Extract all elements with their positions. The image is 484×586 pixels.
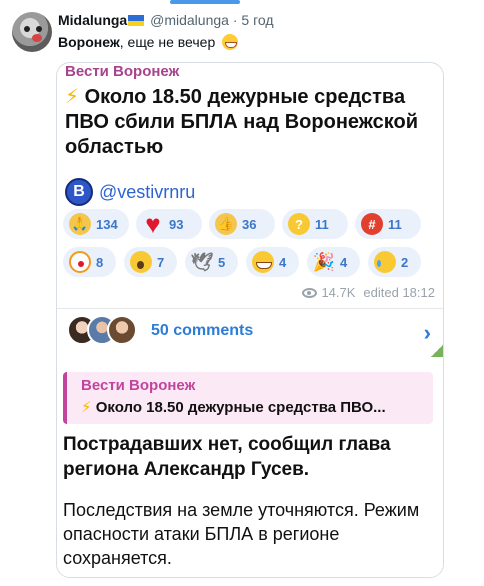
lightning-icon: ⚡ — [65, 86, 80, 108]
edited-time: edited 18:12 — [363, 285, 435, 300]
thumbs-up-icon: 👍 — [215, 213, 237, 235]
reaction-count: 11 — [315, 216, 329, 232]
dove-icon: 🕊 — [190, 251, 214, 272]
reaction-chip[interactable]: 93 — [136, 209, 202, 239]
reaction-count: 4 — [279, 254, 287, 270]
scream-icon — [130, 251, 152, 273]
reaction-chip[interactable]: 8 — [63, 247, 116, 277]
heart-icon — [142, 213, 164, 235]
cry-icon — [374, 251, 396, 273]
reactions-row: 8 7 🕊 5 4 🎉 4 2 — [63, 247, 435, 277]
tweet-media-screenshot[interactable]: Вести Воронеж ⚡ Около 18.50 дежурные сре… — [56, 62, 444, 578]
reaction-count: 7 — [157, 254, 165, 270]
reaction-chip[interactable]: 2 — [368, 247, 421, 277]
reactions-row: 🙏 134 93 👍 36 ? 11 #11 — [63, 209, 435, 239]
grin-icon — [252, 251, 274, 273]
reaction-chip[interactable]: 🎉 4 — [307, 247, 360, 277]
lightning-icon: ⚡ — [81, 399, 92, 416]
reaction-count: 36 — [242, 216, 257, 232]
channel-logo-icon: B — [65, 178, 93, 206]
avatar-eye — [24, 26, 30, 32]
thinking-icon: ? — [288, 213, 310, 235]
reply-body-text: Последствия на земле уточняются. Режим о… — [63, 500, 420, 568]
top-scroll-indicator — [170, 0, 240, 4]
telegram-post: Вести Воронеж ⚡ Около 18.50 дежурные сре… — [57, 63, 443, 357]
angry-icon: # — [361, 213, 383, 235]
clown-icon — [69, 251, 91, 273]
grinning-face-icon — [222, 34, 239, 50]
reaction-chip[interactable]: ? 11 — [282, 209, 348, 239]
tweet-time[interactable]: 5 год — [241, 12, 273, 28]
reaction-chip[interactable]: 🙏 134 — [63, 209, 129, 239]
quote-title: Вести Воронеж — [81, 377, 196, 394]
view-count: 14.7K — [321, 285, 356, 300]
tweet-text-rest: , еще не вечер — [119, 34, 216, 50]
post-headline: ⚡ Около 18.50 дежурные средства ПВО сбил… — [65, 85, 435, 160]
reaction-count: 11 — [388, 216, 402, 232]
quote-text: ⚡ Около 18.50 дежурные средства ПВО... — [81, 398, 431, 416]
tweet-header: Midalunga @midalunga · 5 год Воронеж, ещ… — [12, 10, 472, 58]
reaction-count: 93 — [169, 216, 184, 232]
reaction-chip[interactable]: 4 — [246, 247, 299, 277]
post-meta: 14.7K edited 18:12 — [302, 285, 435, 300]
reply-bold-text: Пострадавших нет, сообщил глава региона … — [63, 434, 391, 480]
avatar-nose — [32, 34, 42, 42]
quote-snippet: Около 18.50 дежурные средства ПВО... — [95, 399, 386, 416]
avatar-eye — [36, 26, 42, 32]
reaction-chip[interactable]: 🕊 5 — [185, 247, 238, 277]
pray-icon: 🙏 — [69, 213, 91, 235]
reaction-count: 8 — [96, 254, 104, 270]
separator-dot: · — [232, 12, 238, 28]
reaction-count: 4 — [340, 254, 348, 270]
reaction-count: 134 — [96, 216, 118, 232]
comments-button[interactable]: 50 comments › — [57, 308, 443, 353]
user-handle[interactable]: @midalunga — [150, 12, 229, 28]
reply-quote[interactable]: Вести Воронеж ⚡ Около 18.50 дежурные сре… — [63, 372, 433, 424]
telegram-reply: Вести Воронеж ⚡ Около 18.50 дежурные сре… — [57, 358, 443, 577]
channel-title: Вести Воронеж — [65, 63, 180, 80]
tweet-text-bold: Воронеж — [58, 34, 120, 50]
name-row: Midalunga @midalunga · 5 год — [58, 12, 274, 28]
avatar[interactable] — [12, 12, 52, 52]
comments-count: 50 comments — [151, 322, 254, 339]
reaction-chip[interactable]: #11 — [355, 209, 421, 239]
headline-text: Около 18.50 дежурные средства ПВО сбили … — [65, 86, 419, 158]
commenter-avatars — [67, 315, 139, 347]
reaction-count: 2 — [401, 254, 409, 270]
channel-link[interactable]: @vestivrnru — [99, 182, 195, 203]
commenter-avatar — [107, 315, 137, 345]
chevron-right-icon: › — [423, 320, 431, 345]
reactions: 🙏134 93 👍36 ?11 #11 8 7 🕊5 4 🎉4 2 — [63, 209, 435, 285]
channel-link-row: B @vestivrnru — [65, 178, 195, 206]
display-name[interactable]: Midalunga — [58, 12, 127, 28]
party-icon: 🎉 — [312, 251, 336, 272]
reaction-count: 5 — [218, 254, 226, 270]
ukraine-flag-icon — [128, 15, 145, 26]
tweet-text: Воронеж, еще не вечер — [58, 34, 239, 50]
reaction-chip[interactable]: 👍 36 — [209, 209, 275, 239]
message-tail — [431, 343, 443, 357]
reaction-chip[interactable]: 7 — [124, 247, 177, 277]
eye-icon — [302, 287, 318, 298]
